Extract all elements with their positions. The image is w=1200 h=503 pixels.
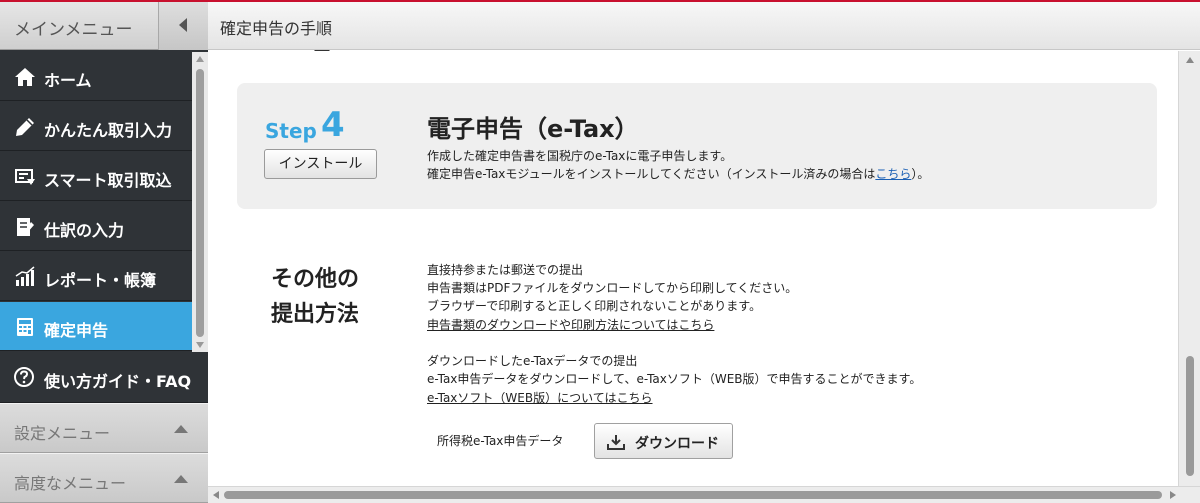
scroll-right-arrow-icon[interactable] (1170, 491, 1176, 499)
sidebar-item-smart-import[interactable]: スマート取引取込 (0, 152, 192, 201)
sidebar-item-label: スマート取引取込 (44, 171, 172, 190)
install-button[interactable]: インストール (264, 149, 377, 179)
other-methods-title: 提出方法 (271, 302, 360, 327)
import-icon (15, 169, 35, 185)
step-card: Step 4 インストール 電子申告（e-Tax） 作成した確定申告書を国税庁の… (237, 83, 1157, 209)
chevron-up-icon (174, 425, 188, 433)
settings-menu-label: 設定メニュー (14, 424, 111, 443)
download-button-label: ダウンロード (635, 436, 719, 452)
help-icon (14, 367, 34, 387)
section-text: 申告書類はPDFファイルをダウンロードしてから印刷してください。 (427, 281, 798, 295)
home-icon (15, 68, 35, 86)
content-vertical-scrollbar[interactable] (1178, 51, 1200, 486)
download-button[interactable]: ダウンロード (594, 423, 733, 459)
chevron-left-icon (179, 18, 187, 32)
advanced-menu-label: 高度なメニュー (14, 474, 127, 493)
horizontal-scroll-thumb[interactable] (224, 491, 1162, 499)
page-header: 確定申告の手順 (208, 2, 1200, 58)
sidebar-collapse-button[interactable] (158, 2, 208, 50)
section-text: ブラウザーで印刷すると正しく印刷されないことがあります。 (427, 299, 762, 313)
sidebar-scroll-thumb[interactable] (196, 69, 204, 337)
step-number: 4 (321, 105, 345, 145)
sidebar-item-guide-faq[interactable]: 使い方ガイド・FAQ (0, 352, 208, 403)
main-content: Step 4 インストール 電子申告（e-Tax） 作成した確定申告書を国税庁の… (208, 51, 1178, 486)
sidebar-item-home[interactable]: ホーム (0, 52, 192, 101)
pencil-icon (16, 118, 34, 136)
etax-web-help-link[interactable]: e-Taxソフト（WEB版）についてはこちら (427, 389, 653, 406)
sidebar-item-reports[interactable]: レポート・帳簿 (0, 252, 192, 301)
settings-menu-toggle[interactable]: 設定メニュー (0, 403, 208, 453)
sidebar-header: メインメニュー (0, 2, 208, 50)
chevron-up-icon (174, 475, 188, 483)
sidebar-item-label: かんたん取引入力 (44, 121, 173, 140)
step-word: Step (265, 119, 317, 143)
step-install-note: 確定申告e-Taxモジュールをインストールしてください（インストール済みの場合は… (427, 167, 930, 181)
sidebar-item-tax-return[interactable]: 確定申告 (0, 302, 192, 351)
section-heading: 直接持参または郵送での提出 (427, 263, 584, 277)
other-methods-title: その他の (271, 267, 360, 292)
section-heading: ダウンロードしたe-Taxデータでの提出 (427, 354, 638, 368)
download-icon (607, 435, 625, 450)
page-title: 確定申告の手順 (220, 19, 333, 38)
sidebar-scrollbar[interactable] (192, 52, 208, 352)
step-title: 電子申告（e-Tax） (427, 115, 639, 143)
sidebar-item-label: 仕訳の入力 (44, 221, 125, 240)
journal-icon (17, 218, 34, 236)
sidebar-title: メインメニュー (14, 20, 133, 40)
scroll-left-arrow-icon[interactable] (213, 491, 219, 499)
calculator-icon (17, 318, 33, 336)
sidebar-item-label: 確定申告 (44, 321, 109, 340)
vertical-scroll-thumb[interactable] (1186, 356, 1194, 476)
step-description: 作成した確定申告書を国税庁のe-Taxに電子申告します。 (427, 149, 733, 163)
sidebar-item-label: 使い方ガイド・FAQ (44, 372, 192, 391)
sidebar-item-journal[interactable]: 仕訳の入力 (0, 202, 192, 251)
pdf-download-help-link[interactable]: 申告書類のダウンロードや印刷方法についてはこちら (427, 316, 714, 333)
advanced-menu-toggle[interactable]: 高度なメニュー (0, 453, 208, 503)
chart-icon (15, 266, 35, 286)
sidebar-item-easy-entry[interactable]: かんたん取引入力 (0, 102, 192, 151)
download-label: 所得税e-Tax申告データ (437, 434, 564, 448)
sidebar: メインメニュー ホーム かんたん取引入力 スマート取引取込 仕訳の入力 レポート… (0, 2, 208, 503)
scroll-down-arrow-icon[interactable] (196, 342, 204, 348)
section-text: e-Tax申告データをダウンロードして、e-Taxソフト（WEB版）で申告するこ… (427, 372, 922, 386)
content-horizontal-scrollbar[interactable] (208, 486, 1200, 503)
sidebar-item-label: レポート・帳簿 (44, 271, 157, 290)
scroll-up-arrow-icon[interactable] (196, 56, 204, 62)
scroll-up-arrow-icon[interactable] (1186, 57, 1194, 63)
sidebar-item-label: ホーム (44, 71, 92, 90)
already-installed-link[interactable]: こちら (875, 167, 911, 181)
